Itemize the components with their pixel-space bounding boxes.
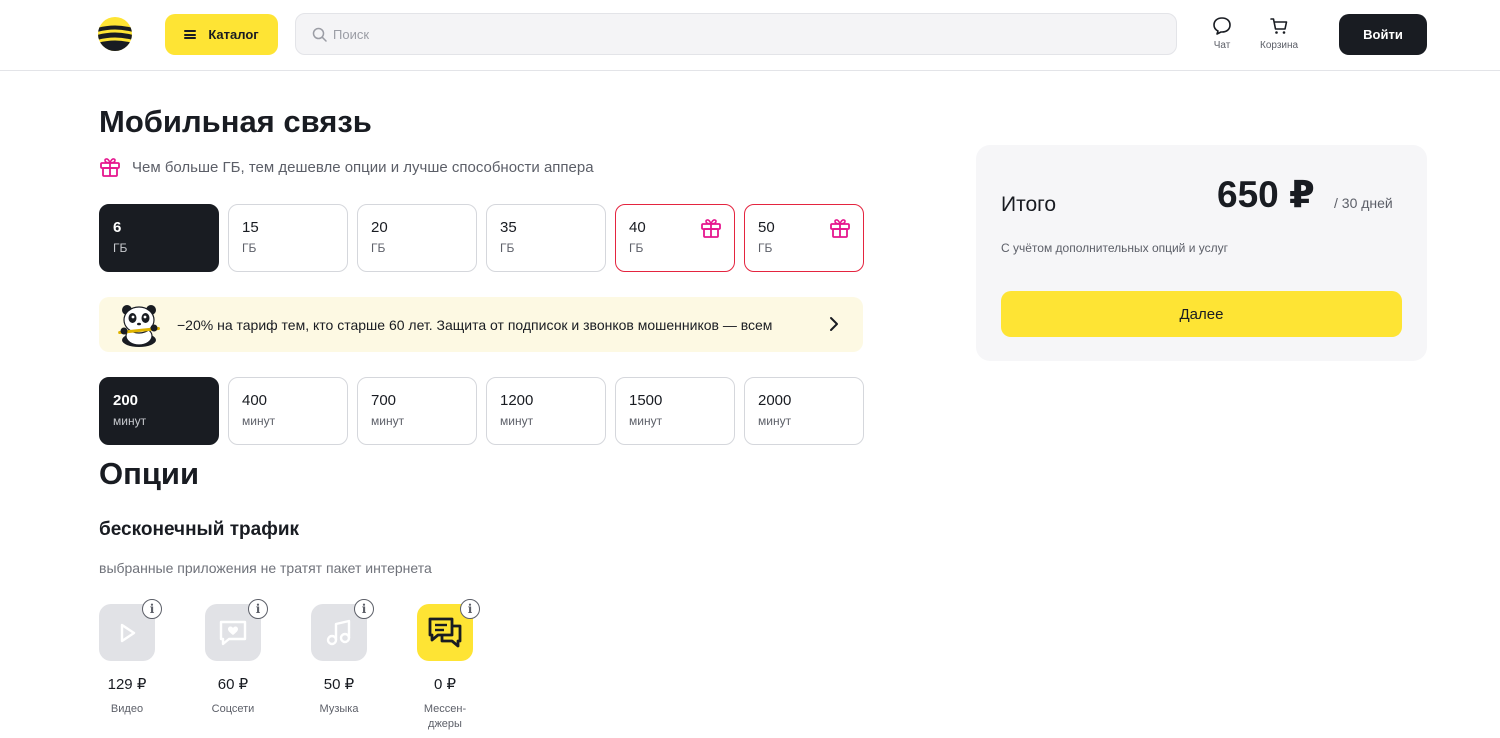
- music-note-icon: [326, 619, 351, 645]
- search-input[interactable]: [333, 26, 1133, 42]
- option-video[interactable]: i 129 ₽ Видео: [99, 599, 162, 732]
- options-list: i 129 ₽ Видео i 60 ₽ Соцсети i 50 ₽ Музы…: [99, 599, 523, 732]
- option-name: Соцсети: [211, 703, 255, 715]
- beeline-logo[interactable]: [98, 17, 132, 51]
- gb-option-unit: ГБ: [371, 241, 386, 255]
- gb-option-40[interactable]: 40 ГБ: [615, 204, 735, 272]
- minutes-option-value: 400: [242, 392, 268, 409]
- cart-icon: [1270, 18, 1288, 34]
- minutes-selector: 200 минут 400 минут 700 минут 1200 минут…: [99, 377, 864, 445]
- order-summary-card: Итого 650 ₽ / 30 дней С учётом дополните…: [976, 145, 1427, 361]
- option-name: Видео: [110, 703, 144, 715]
- page-title: Мобильная связь: [99, 104, 372, 139]
- gb-option-unit: ГБ: [629, 241, 644, 255]
- minutes-option-2000[interactable]: 2000 минут: [744, 377, 864, 445]
- panda-icon: [118, 304, 160, 347]
- menu-icon: [184, 30, 197, 39]
- minutes-option-value: 700: [371, 392, 397, 409]
- minutes-option-value: 200: [113, 392, 139, 409]
- option-price: 60 ₽: [217, 676, 249, 693]
- gift-icon: [830, 219, 850, 238]
- gb-option-unit: ГБ: [758, 241, 773, 255]
- gift-icon: [701, 219, 721, 238]
- option-price: 129 ₽: [107, 676, 147, 693]
- messages-icon: [428, 617, 462, 647]
- minutes-option-unit: минут: [371, 414, 405, 428]
- minutes-option-unit: минут: [758, 414, 792, 428]
- minutes-option-unit: минут: [113, 414, 147, 428]
- minutes-option-700[interactable]: 700 минут: [357, 377, 477, 445]
- cart-label: Корзина: [1260, 40, 1299, 51]
- minutes-option-value: 1200: [500, 392, 534, 409]
- catalog-button[interactable]: Каталог: [165, 14, 278, 55]
- gb-option-value: 15: [242, 219, 259, 236]
- options-subtitle: бесконечный трафик: [99, 519, 300, 540]
- senior-discount-banner[interactable]: −20% на тариф тем, кто старше 60 лет. За…: [99, 297, 863, 352]
- info-icon[interactable]: i: [142, 599, 162, 619]
- chat-icon: [1213, 17, 1231, 35]
- heart-chat-icon: [219, 620, 247, 645]
- info-icon[interactable]: i: [460, 599, 480, 619]
- banner-text: −20% на тариф тем, кто старше 60 лет. За…: [177, 316, 773, 333]
- login-button[interactable]: Войти: [1339, 14, 1427, 55]
- gb-promo-note: Чем больше ГБ, тем дешевле опции и лучше…: [99, 156, 594, 178]
- minutes-option-value: 2000: [758, 392, 792, 409]
- minutes-option-unit: минут: [242, 414, 276, 428]
- chat-button[interactable]: Чат: [1212, 16, 1232, 51]
- gb-option-35[interactable]: 35 ГБ: [486, 204, 606, 272]
- gb-option-unit: ГБ: [242, 241, 257, 255]
- options-description: выбранные приложения не тратят пакет инт…: [99, 560, 432, 576]
- gift-icon: [100, 158, 120, 177]
- summary-period: / 30 дней: [1334, 195, 1393, 211]
- gb-option-value: 35: [500, 219, 517, 236]
- info-icon[interactable]: i: [248, 599, 268, 619]
- chat-label: Чат: [1213, 40, 1231, 51]
- gb-option-unit: ГБ: [113, 241, 128, 255]
- gb-option-value: 6: [113, 219, 122, 236]
- next-button[interactable]: Далее: [1001, 291, 1402, 337]
- option-name: Мессен- джеры: [423, 703, 467, 730]
- gb-option-6[interactable]: 6 ГБ: [99, 204, 219, 272]
- option-name: Музыка: [319, 703, 359, 715]
- options-title: Опции: [99, 456, 200, 491]
- play-icon: [120, 623, 136, 642]
- chevron-right-icon: [830, 317, 838, 331]
- gb-selector: 6 ГБ 15 ГБ 20 ГБ 35 ГБ 40 ГБ 50 ГБ: [99, 204, 864, 272]
- header: Каталог Чат Корзина Войти: [0, 0, 1500, 71]
- search-icon: [312, 27, 327, 42]
- gb-option-20[interactable]: 20 ГБ: [357, 204, 477, 272]
- catalog-label: Каталог: [208, 27, 259, 42]
- info-icon[interactable]: i: [354, 599, 374, 619]
- option-price: 0 ₽: [433, 676, 457, 693]
- minutes-option-unit: минут: [500, 414, 534, 428]
- summary-label: Итого: [1001, 193, 1057, 216]
- option-price: 50 ₽: [323, 676, 355, 693]
- gb-promo-text: Чем больше ГБ, тем дешевле опции и лучше…: [132, 158, 594, 176]
- minutes-option-unit: минут: [629, 414, 663, 428]
- minutes-option-1500[interactable]: 1500 минут: [615, 377, 735, 445]
- gb-option-15[interactable]: 15 ГБ: [228, 204, 348, 272]
- minutes-option-value: 1500: [629, 392, 663, 409]
- summary-note: С учётом дополнительных опций и услуг: [1001, 241, 1229, 255]
- minutes-option-400[interactable]: 400 минут: [228, 377, 348, 445]
- gb-option-50[interactable]: 50 ГБ: [744, 204, 864, 272]
- gb-option-unit: ГБ: [500, 241, 515, 255]
- search-bar[interactable]: [295, 13, 1177, 55]
- minutes-option-1200[interactable]: 1200 минут: [486, 377, 606, 445]
- option-music[interactable]: i 50 ₽ Музыка: [311, 599, 374, 732]
- option-messengers[interactable]: i 0 ₽ Мессен- джеры: [417, 599, 480, 732]
- option-social[interactable]: i 60 ₽ Соцсети: [205, 599, 268, 732]
- gb-option-value: 20: [371, 219, 388, 236]
- minutes-option-200[interactable]: 200 минут: [99, 377, 219, 445]
- summary-price: 650 ₽: [1217, 174, 1315, 215]
- cart-button[interactable]: Корзина: [1260, 16, 1298, 51]
